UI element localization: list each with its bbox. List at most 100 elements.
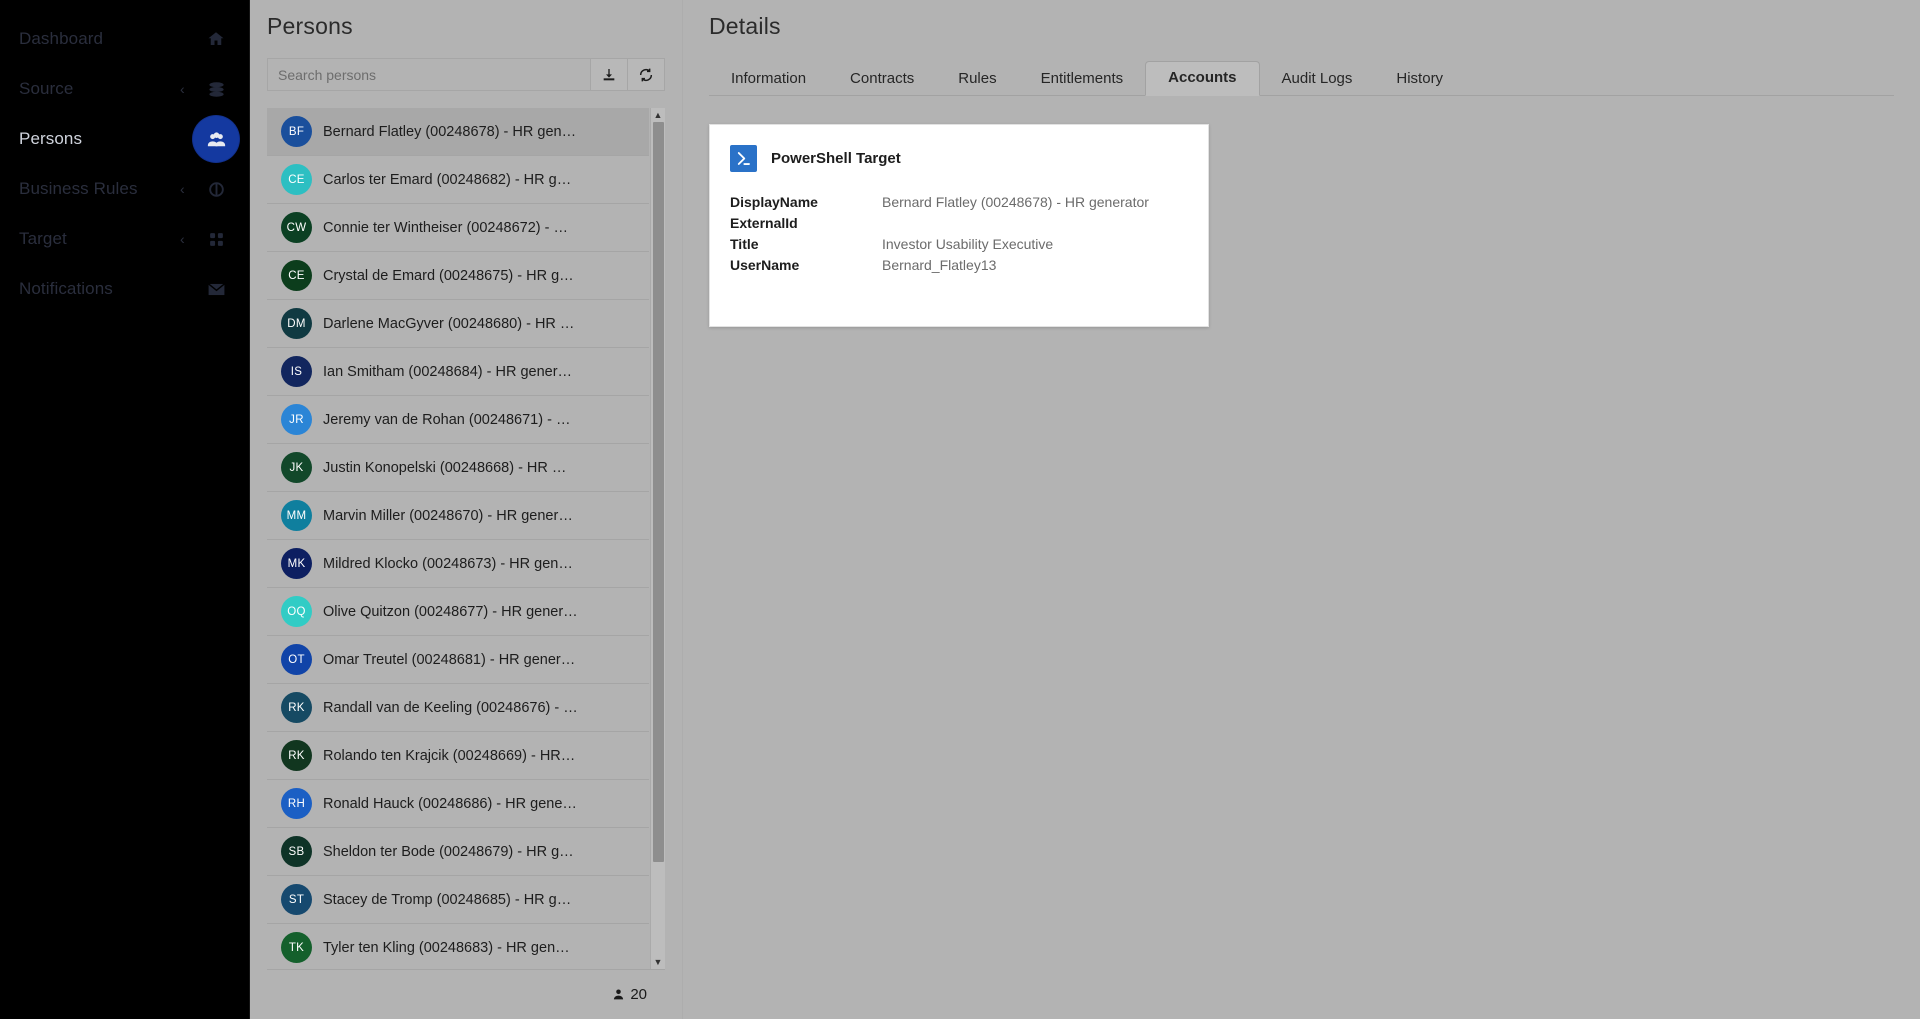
sidebar-item-label: Dashboard	[19, 29, 104, 48]
person-list-item[interactable]: DM Darlene MacGyver (00248680) - HR …	[267, 300, 649, 348]
field-value: Bernard_Flatley13	[882, 257, 997, 273]
person-name: Ronald Hauck (00248686) - HR gene…	[323, 795, 577, 812]
persons-count: 20	[630, 986, 647, 1003]
persons-list-container: BF Bernard Flatley (00248678) - HR gen… CE…	[267, 108, 665, 1019]
persons-list[interactable]: BF Bernard Flatley (00248678) - HR gen… CE…	[267, 108, 649, 969]
field-value: Investor Usability Executive	[882, 236, 1054, 252]
avatar: RH	[281, 788, 312, 819]
tab-entitlements[interactable]: Entitlements	[1019, 63, 1146, 96]
person-list-item[interactable]: BF Bernard Flatley (00248678) - HR gen…	[267, 108, 649, 156]
person-name: Rolando ten Krajcik (00248669) - HR…	[323, 747, 576, 764]
sidebar-item-business-rules[interactable]: Business Rules ‹	[0, 164, 249, 214]
person-name: Olive Quitzon (00248677) - HR gener…	[323, 603, 578, 620]
person-name: Stacey de Tromp (00248685) - HR g…	[323, 891, 572, 908]
app-root: Dashboard Source ‹ Persons Business Rule…	[0, 0, 1920, 1019]
person-name: Jeremy van de Rohan (00248671) - …	[323, 411, 571, 428]
refresh-button[interactable]	[628, 58, 665, 91]
field-key: DisplayName	[730, 194, 818, 210]
person-list-item[interactable]: SB Sheldon ter Bode (00248679) - HR g…	[267, 828, 649, 876]
person-name: Marvin Miller (00248670) - HR gener…	[323, 507, 573, 524]
search-row	[267, 58, 665, 91]
avatar: ST	[281, 884, 312, 915]
export-button[interactable]	[591, 58, 628, 91]
download-icon	[603, 68, 615, 80]
person-list-item[interactable]: OT Omar Treutel (00248681) - HR gener…	[267, 636, 649, 684]
avatar: DM	[281, 308, 312, 339]
person-list-item[interactable]: IS Ian Smitham (00248684) - HR gener…	[267, 348, 649, 396]
list-scrollbar[interactable]: ▲ ▼	[650, 108, 665, 969]
person-list-item[interactable]: JK Justin Konopelski (00248668) - HR …	[267, 444, 649, 492]
person-list-item[interactable]: ST Stacey de Tromp (00248685) - HR g…	[267, 876, 649, 924]
person-name: Randall van de Keeling (00248676) - …	[323, 699, 578, 716]
avatar: MM	[281, 500, 312, 531]
details-title: Details	[709, 13, 781, 39]
person-list-item[interactable]: CW Connie ter Wintheiser (00248672) - …	[267, 204, 649, 252]
avatar: BF	[281, 116, 312, 147]
avatar: RK	[281, 692, 312, 723]
sidebar-item-label: Source	[19, 79, 74, 98]
person-name: Justin Konopelski (00248668) - HR …	[323, 459, 567, 476]
person-icon	[614, 989, 624, 1000]
person-list-item[interactable]: MM Marvin Miller (00248670) - HR gener…	[267, 492, 649, 540]
person-name: Carlos ter Emard (00248682) - HR g…	[323, 171, 572, 188]
scroll-down-arrow[interactable]: ▼	[651, 955, 665, 969]
person-list-item[interactable]: MK Mildred Klocko (00248673) - HR gen…	[267, 540, 649, 588]
avatar: IS	[281, 356, 312, 387]
account-card-header: PowerShell Target	[730, 145, 1188, 172]
scroll-up-arrow[interactable]: ▲	[651, 108, 665, 122]
rules-icon	[203, 176, 229, 202]
person-list-item[interactable]: RK Rolando ten Krajcik (00248669) - HR…	[267, 732, 649, 780]
tab-information[interactable]: Information	[709, 63, 828, 96]
person-name: Connie ter Wintheiser (00248672) - …	[323, 219, 569, 236]
chevron-left-icon[interactable]: ‹	[180, 182, 185, 196]
sidebar-item-target[interactable]: Target ‹	[0, 214, 249, 264]
person-name: Omar Treutel (00248681) - HR gener…	[323, 651, 576, 668]
avatar: OT	[281, 644, 312, 675]
tab-audit-logs[interactable]: Audit Logs	[1260, 63, 1375, 96]
sidebar-item-label: Notifications	[19, 279, 113, 298]
sidebar: Dashboard Source ‹ Persons Business Rule…	[0, 0, 250, 1019]
tab-rules[interactable]: Rules	[936, 63, 1018, 96]
persons-list-panel: Persons BF Bernard Flatley (00248678) - H…	[250, 0, 682, 1019]
field-value	[882, 213, 1188, 233]
person-name: Darlene MacGyver (00248680) - HR …	[323, 315, 575, 332]
person-list-item[interactable]: OQ Olive Quitzon (00248677) - HR gener…	[267, 588, 649, 636]
person-name: Crystal de Emard (00248675) - HR g…	[323, 267, 574, 284]
grid-icon	[203, 226, 229, 252]
details-tabs: Information Contracts Rules Entitlements Acc…	[709, 61, 1920, 96]
scrollbar-thumb[interactable]	[653, 122, 664, 862]
search-input[interactable]	[267, 58, 591, 91]
person-name: Sheldon ter Bode (00248679) - HR g…	[323, 843, 574, 860]
field-value: Bernard Flatley (00248678) - HR generato…	[882, 194, 1149, 210]
sidebar-item-source[interactable]: Source ‹	[0, 64, 249, 114]
tab-history[interactable]: History	[1374, 63, 1465, 96]
page-title: Persons	[267, 13, 353, 39]
people-icon	[193, 116, 239, 162]
avatar: CW	[281, 212, 312, 243]
sidebar-item-persons[interactable]: Persons	[0, 114, 249, 164]
sidebar-item-label: Target	[19, 229, 67, 248]
person-name: Tyler ten Kling (00248683) - HR gen…	[323, 939, 570, 956]
details-panel: Details Information Contracts Rules Entitle…	[682, 0, 1920, 1019]
powershell-icon	[730, 145, 757, 172]
sidebar-item-notifications[interactable]: Notifications	[0, 264, 249, 314]
chevron-left-icon[interactable]: ‹	[180, 82, 185, 96]
tab-contracts[interactable]: Contracts	[828, 63, 936, 96]
person-name: Bernard Flatley (00248678) - HR gen…	[323, 123, 577, 140]
person-list-item[interactable]: TK Tyler ten Kling (00248683) - HR gen…	[267, 924, 649, 969]
person-list-item[interactable]: CE Crystal de Emard (00248675) - HR g…	[267, 252, 649, 300]
chevron-left-icon[interactable]: ‹	[180, 232, 185, 246]
field-key: UserName	[730, 257, 800, 273]
refresh-icon	[639, 68, 653, 81]
person-list-item[interactable]: RK Randall van de Keeling (00248676) - …	[267, 684, 649, 732]
tab-accounts[interactable]: Accounts	[1145, 61, 1260, 96]
home-icon	[203, 26, 229, 52]
avatar: MK	[281, 548, 312, 579]
person-list-item[interactable]: JR Jeremy van de Rohan (00248671) - …	[267, 396, 649, 444]
person-list-item[interactable]: CE Carlos ter Emard (00248682) - HR g…	[267, 156, 649, 204]
envelope-icon	[203, 276, 229, 302]
sidebar-item-dashboard[interactable]: Dashboard	[0, 14, 249, 64]
person-list-item[interactable]: RH Ronald Hauck (00248686) - HR gene…	[267, 780, 649, 828]
database-icon	[203, 76, 229, 102]
avatar: RK	[281, 740, 312, 771]
